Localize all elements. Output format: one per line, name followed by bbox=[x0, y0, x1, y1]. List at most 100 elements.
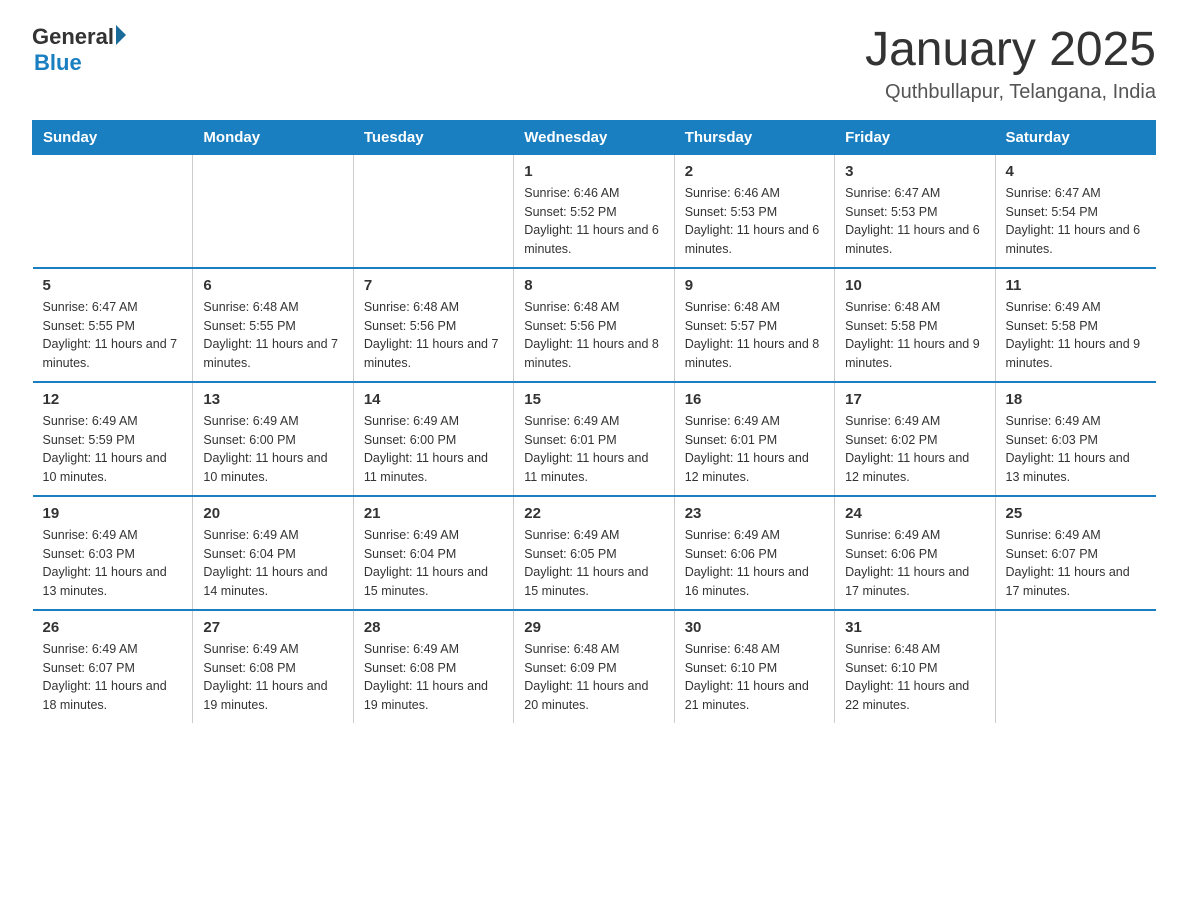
day-info: Sunrise: 6:46 AM Sunset: 5:52 PM Dayligh… bbox=[524, 184, 663, 259]
day-info: Sunrise: 6:49 AM Sunset: 6:08 PM Dayligh… bbox=[364, 640, 503, 715]
day-number: 12 bbox=[43, 391, 183, 408]
calendar-cell: 22Sunrise: 6:49 AM Sunset: 6:05 PM Dayli… bbox=[514, 496, 674, 610]
day-number: 20 bbox=[203, 505, 342, 522]
calendar-cell bbox=[193, 154, 353, 268]
header-row: Sunday Monday Tuesday Wednesday Thursday… bbox=[33, 120, 1156, 154]
page-header: General Blue January 2025 Quthbullapur, … bbox=[32, 24, 1156, 104]
calendar-week-2: 5 Sunrise: 6:47 AM Sunset: 5:55 PM Daylig… bbox=[33, 268, 1156, 382]
calendar-cell bbox=[33, 154, 193, 268]
day-info: Sunrise: 6:49 AM Sunset: 6:01 PM Dayligh… bbox=[685, 412, 824, 487]
day-number: 13 bbox=[203, 391, 342, 408]
day-info: Sunrise: 6:49 AM Sunset: 5:58 PM Dayligh… bbox=[1006, 298, 1146, 373]
header-wednesday: Wednesday bbox=[514, 120, 674, 154]
day-number: 19 bbox=[43, 505, 183, 522]
day-info: Sunrise: 6:48 AM Sunset: 6:09 PM Dayligh… bbox=[524, 640, 663, 715]
day-number: 1 bbox=[524, 163, 663, 180]
calendar-title: January 2025 bbox=[865, 24, 1156, 77]
day-info: Sunrise: 6:49 AM Sunset: 6:06 PM Dayligh… bbox=[845, 526, 984, 601]
day-info: Sunrise: 6:49 AM Sunset: 6:03 PM Dayligh… bbox=[43, 526, 183, 601]
calendar-cell: 4 Sunrise: 6:47 AM Sunset: 5:54 PM Daylig… bbox=[995, 154, 1155, 268]
day-number: 11 bbox=[1006, 277, 1146, 294]
day-info: Sunrise: 6:47 AM Sunset: 5:53 PM Dayligh… bbox=[845, 184, 984, 259]
day-number: 6 bbox=[203, 277, 342, 294]
calendar-cell: 12 Sunrise: 6:49 AM Sunset: 5:59 PM Dayli… bbox=[33, 382, 193, 496]
calendar-cell: 1 Sunrise: 6:46 AM Sunset: 5:52 PM Daylig… bbox=[514, 154, 674, 268]
day-number: 15 bbox=[524, 391, 663, 408]
day-number: 30 bbox=[685, 619, 824, 636]
calendar-cell: 23 Sunrise: 6:49 AM Sunset: 6:06 PM Dayli… bbox=[674, 496, 834, 610]
day-number: 24 bbox=[845, 505, 984, 522]
day-number: 16 bbox=[685, 391, 824, 408]
calendar-cell: 16 Sunrise: 6:49 AM Sunset: 6:01 PM Dayli… bbox=[674, 382, 834, 496]
calendar-week-3: 12 Sunrise: 6:49 AM Sunset: 5:59 PM Dayli… bbox=[33, 382, 1156, 496]
title-block: January 2025 Quthbullapur, Telangana, In… bbox=[865, 24, 1156, 104]
header-friday: Friday bbox=[835, 120, 995, 154]
calendar-cell: 27 Sunrise: 6:49 AM Sunset: 6:08 PM Dayli… bbox=[193, 610, 353, 723]
day-info: Sunrise: 6:46 AM Sunset: 5:53 PM Dayligh… bbox=[685, 184, 824, 259]
day-info: Sunrise: 6:48 AM Sunset: 6:10 PM Dayligh… bbox=[685, 640, 824, 715]
logo-general: General bbox=[32, 24, 114, 50]
day-number: 2 bbox=[685, 163, 824, 180]
day-info: Sunrise: 6:49 AM Sunset: 6:06 PM Dayligh… bbox=[685, 526, 824, 601]
day-number: 5 bbox=[43, 277, 183, 294]
day-number: 31 bbox=[845, 619, 984, 636]
calendar-cell: 31Sunrise: 6:48 AM Sunset: 6:10 PM Dayli… bbox=[835, 610, 995, 723]
calendar-cell: 18 Sunrise: 6:49 AM Sunset: 6:03 PM Dayli… bbox=[995, 382, 1155, 496]
day-info: Sunrise: 6:49 AM Sunset: 6:04 PM Dayligh… bbox=[203, 526, 342, 601]
calendar-location: Quthbullapur, Telangana, India bbox=[865, 81, 1156, 104]
header-tuesday: Tuesday bbox=[353, 120, 513, 154]
header-sunday: Sunday bbox=[33, 120, 193, 154]
day-info: Sunrise: 6:49 AM Sunset: 6:08 PM Dayligh… bbox=[203, 640, 342, 715]
calendar-cell: 26Sunrise: 6:49 AM Sunset: 6:07 PM Dayli… bbox=[33, 610, 193, 723]
calendar-cell: 8Sunrise: 6:48 AM Sunset: 5:56 PM Daylig… bbox=[514, 268, 674, 382]
calendar-cell: 3 Sunrise: 6:47 AM Sunset: 5:53 PM Daylig… bbox=[835, 154, 995, 268]
calendar-cell: 17 Sunrise: 6:49 AM Sunset: 6:02 PM Dayli… bbox=[835, 382, 995, 496]
day-number: 27 bbox=[203, 619, 342, 636]
calendar-cell: 21Sunrise: 6:49 AM Sunset: 6:04 PM Dayli… bbox=[353, 496, 513, 610]
day-info: Sunrise: 6:49 AM Sunset: 6:01 PM Dayligh… bbox=[524, 412, 663, 487]
day-number: 17 bbox=[845, 391, 984, 408]
calendar-week-1: 1 Sunrise: 6:46 AM Sunset: 5:52 PM Daylig… bbox=[33, 154, 1156, 268]
calendar-cell bbox=[995, 610, 1155, 723]
header-saturday: Saturday bbox=[995, 120, 1155, 154]
day-info: Sunrise: 6:49 AM Sunset: 6:04 PM Dayligh… bbox=[364, 526, 503, 601]
day-number: 28 bbox=[364, 619, 503, 636]
day-number: 10 bbox=[845, 277, 984, 294]
calendar-cell: 14 Sunrise: 6:49 AM Sunset: 6:00 PM Dayli… bbox=[353, 382, 513, 496]
day-info: Sunrise: 6:49 AM Sunset: 6:03 PM Dayligh… bbox=[1006, 412, 1146, 487]
day-number: 18 bbox=[1006, 391, 1146, 408]
calendar-cell: 30 Sunrise: 6:48 AM Sunset: 6:10 PM Dayli… bbox=[674, 610, 834, 723]
calendar-cell: 29 Sunrise: 6:48 AM Sunset: 6:09 PM Dayli… bbox=[514, 610, 674, 723]
day-number: 9 bbox=[685, 277, 824, 294]
day-number: 25 bbox=[1006, 505, 1146, 522]
calendar-week-4: 19 Sunrise: 6:49 AM Sunset: 6:03 PM Dayli… bbox=[33, 496, 1156, 610]
day-info: Sunrise: 6:47 AM Sunset: 5:54 PM Dayligh… bbox=[1006, 184, 1146, 259]
day-info: Sunrise: 6:49 AM Sunset: 6:05 PM Dayligh… bbox=[524, 526, 663, 601]
calendar-cell: 13 Sunrise: 6:49 AM Sunset: 6:00 PM Dayli… bbox=[193, 382, 353, 496]
calendar-cell: 25Sunrise: 6:49 AM Sunset: 6:07 PM Dayli… bbox=[995, 496, 1155, 610]
day-number: 23 bbox=[685, 505, 824, 522]
day-info: Sunrise: 6:49 AM Sunset: 6:00 PM Dayligh… bbox=[203, 412, 342, 487]
calendar-week-5: 26Sunrise: 6:49 AM Sunset: 6:07 PM Dayli… bbox=[33, 610, 1156, 723]
calendar-cell: 11 Sunrise: 6:49 AM Sunset: 5:58 PM Dayli… bbox=[995, 268, 1155, 382]
day-number: 29 bbox=[524, 619, 663, 636]
day-number: 14 bbox=[364, 391, 503, 408]
logo-arrow-icon bbox=[116, 25, 126, 45]
day-info: Sunrise: 6:48 AM Sunset: 5:55 PM Dayligh… bbox=[203, 298, 342, 373]
logo-blue: Blue bbox=[34, 50, 126, 76]
day-number: 3 bbox=[845, 163, 984, 180]
header-thursday: Thursday bbox=[674, 120, 834, 154]
calendar-header: Sunday Monday Tuesday Wednesday Thursday… bbox=[33, 120, 1156, 154]
day-info: Sunrise: 6:49 AM Sunset: 5:59 PM Dayligh… bbox=[43, 412, 183, 487]
day-info: Sunrise: 6:48 AM Sunset: 5:57 PM Dayligh… bbox=[685, 298, 824, 373]
calendar-body: 1 Sunrise: 6:46 AM Sunset: 5:52 PM Daylig… bbox=[33, 154, 1156, 723]
day-info: Sunrise: 6:48 AM Sunset: 5:58 PM Dayligh… bbox=[845, 298, 984, 373]
day-info: Sunrise: 6:49 AM Sunset: 6:02 PM Dayligh… bbox=[845, 412, 984, 487]
day-info: Sunrise: 6:49 AM Sunset: 6:00 PM Dayligh… bbox=[364, 412, 503, 487]
logo: General Blue bbox=[32, 24, 126, 76]
calendar-cell: 19 Sunrise: 6:49 AM Sunset: 6:03 PM Dayli… bbox=[33, 496, 193, 610]
day-number: 7 bbox=[364, 277, 503, 294]
calendar-cell: 5 Sunrise: 6:47 AM Sunset: 5:55 PM Daylig… bbox=[33, 268, 193, 382]
day-info: Sunrise: 6:47 AM Sunset: 5:55 PM Dayligh… bbox=[43, 298, 183, 373]
day-number: 4 bbox=[1006, 163, 1146, 180]
